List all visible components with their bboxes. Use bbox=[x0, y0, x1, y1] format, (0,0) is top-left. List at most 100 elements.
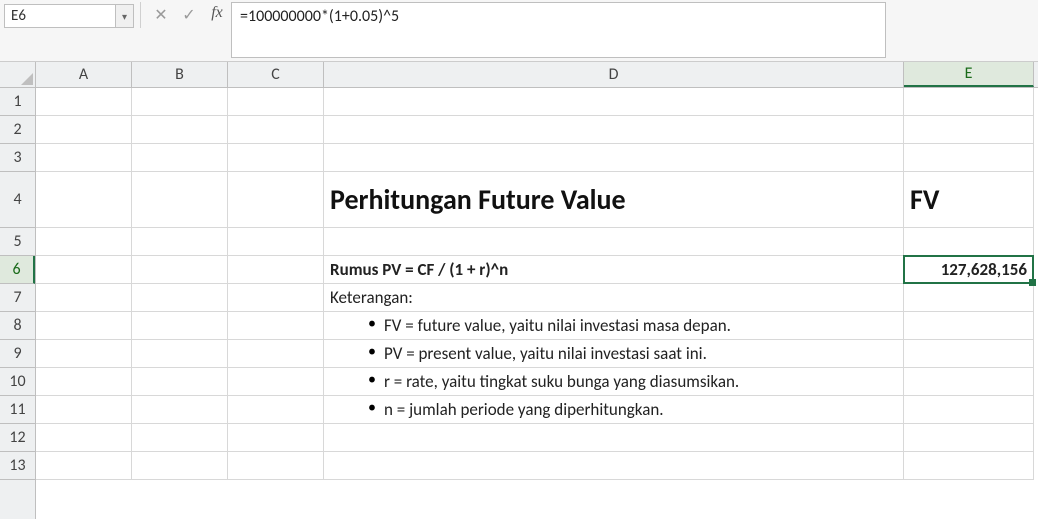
spreadsheet-grid: A B C D E 1 2 3 4 5 6 7 8 9 10 11 12 13 bbox=[0, 62, 1038, 519]
cell-E13[interactable] bbox=[904, 452, 1034, 480]
bullet-fv: FV = future value, yaitu nilai investasi… bbox=[384, 315, 731, 336]
col-header-B[interactable]: B bbox=[132, 62, 228, 87]
col-header-D[interactable]: D bbox=[324, 62, 904, 87]
cell-E10[interactable] bbox=[904, 368, 1034, 396]
cell-C13[interactable] bbox=[228, 452, 324, 480]
namebox-dropdown-button[interactable]: ▾ bbox=[116, 4, 134, 28]
cell-A5[interactable] bbox=[36, 228, 132, 256]
cell-A2[interactable] bbox=[36, 116, 132, 144]
row-header-13[interactable]: 13 bbox=[0, 452, 35, 480]
cell-E8[interactable] bbox=[904, 312, 1034, 340]
row-header-11[interactable]: 11 bbox=[0, 396, 35, 424]
cell-A9[interactable] bbox=[36, 340, 132, 368]
formula-input[interactable] bbox=[231, 2, 886, 58]
cell-D12[interactable] bbox=[324, 424, 904, 452]
cell-C11[interactable] bbox=[228, 396, 324, 424]
cell-E4[interactable]: FV bbox=[904, 172, 1034, 228]
cell-E11[interactable] bbox=[904, 396, 1034, 424]
col-header-E[interactable]: E bbox=[904, 62, 1034, 87]
cell-B2[interactable] bbox=[132, 116, 228, 144]
cell-B10[interactable] bbox=[132, 368, 228, 396]
row-header-12[interactable]: 12 bbox=[0, 424, 35, 452]
cell-E12[interactable] bbox=[904, 424, 1034, 452]
cell-C3[interactable] bbox=[228, 144, 324, 172]
row-header-4[interactable]: 4 bbox=[0, 172, 35, 228]
cell-A1[interactable] bbox=[36, 88, 132, 116]
row-2 bbox=[36, 116, 1038, 144]
cell-A7[interactable] bbox=[36, 284, 132, 312]
cancel-formula-button[interactable]: ✕ bbox=[147, 2, 175, 28]
cell-A4[interactable] bbox=[36, 172, 132, 228]
cell-D9[interactable]: PV = present value, yaitu nilai investas… bbox=[324, 340, 904, 368]
cell-C6[interactable] bbox=[228, 256, 324, 284]
cell-D13[interactable] bbox=[324, 452, 904, 480]
row-7: Keterangan: bbox=[36, 284, 1038, 312]
cell-B4[interactable] bbox=[132, 172, 228, 228]
row-header-1[interactable]: 1 bbox=[0, 88, 35, 116]
row-header-8[interactable]: 8 bbox=[0, 312, 35, 340]
cell-C2[interactable] bbox=[228, 116, 324, 144]
col-header-C[interactable]: C bbox=[228, 62, 324, 87]
row-header-9[interactable]: 9 bbox=[0, 340, 35, 368]
cell-E6[interactable]: 127,628,156 bbox=[904, 256, 1034, 284]
row-10: r = rate, yaitu tingkat suku bunga yang … bbox=[36, 368, 1038, 396]
cell-D5[interactable] bbox=[324, 228, 904, 256]
cell-A13[interactable] bbox=[36, 452, 132, 480]
cell-D11[interactable]: n = jumlah periode yang diperhitungkan. bbox=[324, 396, 904, 424]
cell-E3[interactable] bbox=[904, 144, 1034, 172]
col-header-A[interactable]: A bbox=[36, 62, 132, 87]
row-header-3[interactable]: 3 bbox=[0, 144, 35, 172]
bullet-n: n = jumlah periode yang diperhitungkan. bbox=[384, 399, 664, 420]
cell-B6[interactable] bbox=[132, 256, 228, 284]
cell-B13[interactable] bbox=[132, 452, 228, 480]
check-icon: ✓ bbox=[182, 5, 195, 25]
cell-B5[interactable] bbox=[132, 228, 228, 256]
cell-D7[interactable]: Keterangan: bbox=[324, 284, 904, 312]
cell-A6[interactable] bbox=[36, 256, 132, 284]
cell-D4[interactable]: Perhitungan Future Value bbox=[324, 172, 904, 228]
row-header-6[interactable]: 6 bbox=[0, 256, 35, 284]
cell-D1[interactable] bbox=[324, 88, 904, 116]
cell-E2[interactable] bbox=[904, 116, 1034, 144]
cell-E5[interactable] bbox=[904, 228, 1034, 256]
enter-formula-button[interactable]: ✓ bbox=[175, 2, 203, 28]
row-header-7[interactable]: 7 bbox=[0, 284, 35, 312]
cell-B7[interactable] bbox=[132, 284, 228, 312]
cell-C10[interactable] bbox=[228, 368, 324, 396]
cell-C12[interactable] bbox=[228, 424, 324, 452]
cell-B12[interactable] bbox=[132, 424, 228, 452]
name-box-input[interactable] bbox=[4, 4, 116, 28]
row-header-2[interactable]: 2 bbox=[0, 116, 35, 144]
cell-C1[interactable] bbox=[228, 88, 324, 116]
cell-A8[interactable] bbox=[36, 312, 132, 340]
insert-function-button[interactable]: fx bbox=[203, 4, 231, 22]
cell-C4[interactable] bbox=[228, 172, 324, 228]
cell-C7[interactable] bbox=[228, 284, 324, 312]
cell-D3[interactable] bbox=[324, 144, 904, 172]
cell-D8[interactable]: FV = future value, yaitu nilai investasi… bbox=[324, 312, 904, 340]
cell-D2[interactable] bbox=[324, 116, 904, 144]
cell-E1[interactable] bbox=[904, 88, 1034, 116]
cell-A3[interactable] bbox=[36, 144, 132, 172]
cell-E9[interactable] bbox=[904, 340, 1034, 368]
cell-C5[interactable] bbox=[228, 228, 324, 256]
cell-B8[interactable] bbox=[132, 312, 228, 340]
row-header-10[interactable]: 10 bbox=[0, 368, 35, 396]
row-5 bbox=[36, 228, 1038, 256]
cell-E7[interactable] bbox=[904, 284, 1034, 312]
cell-C8[interactable] bbox=[228, 312, 324, 340]
row-6: Rumus PV = CF / (1 + r)^n 127,628,156 bbox=[36, 256, 1038, 284]
row-header-5[interactable]: 5 bbox=[0, 228, 35, 256]
cell-B11[interactable] bbox=[132, 396, 228, 424]
cell-A10[interactable] bbox=[36, 368, 132, 396]
select-all-corner[interactable] bbox=[0, 62, 36, 88]
cell-B3[interactable] bbox=[132, 144, 228, 172]
cell-B9[interactable] bbox=[132, 340, 228, 368]
cell-D6[interactable]: Rumus PV = CF / (1 + r)^n bbox=[324, 256, 904, 284]
cell-A11[interactable] bbox=[36, 396, 132, 424]
keterangan-label: Keterangan: bbox=[330, 287, 413, 308]
cell-A12[interactable] bbox=[36, 424, 132, 452]
cell-B1[interactable] bbox=[132, 88, 228, 116]
cell-D10[interactable]: r = rate, yaitu tingkat suku bunga yang … bbox=[324, 368, 904, 396]
cell-C9[interactable] bbox=[228, 340, 324, 368]
